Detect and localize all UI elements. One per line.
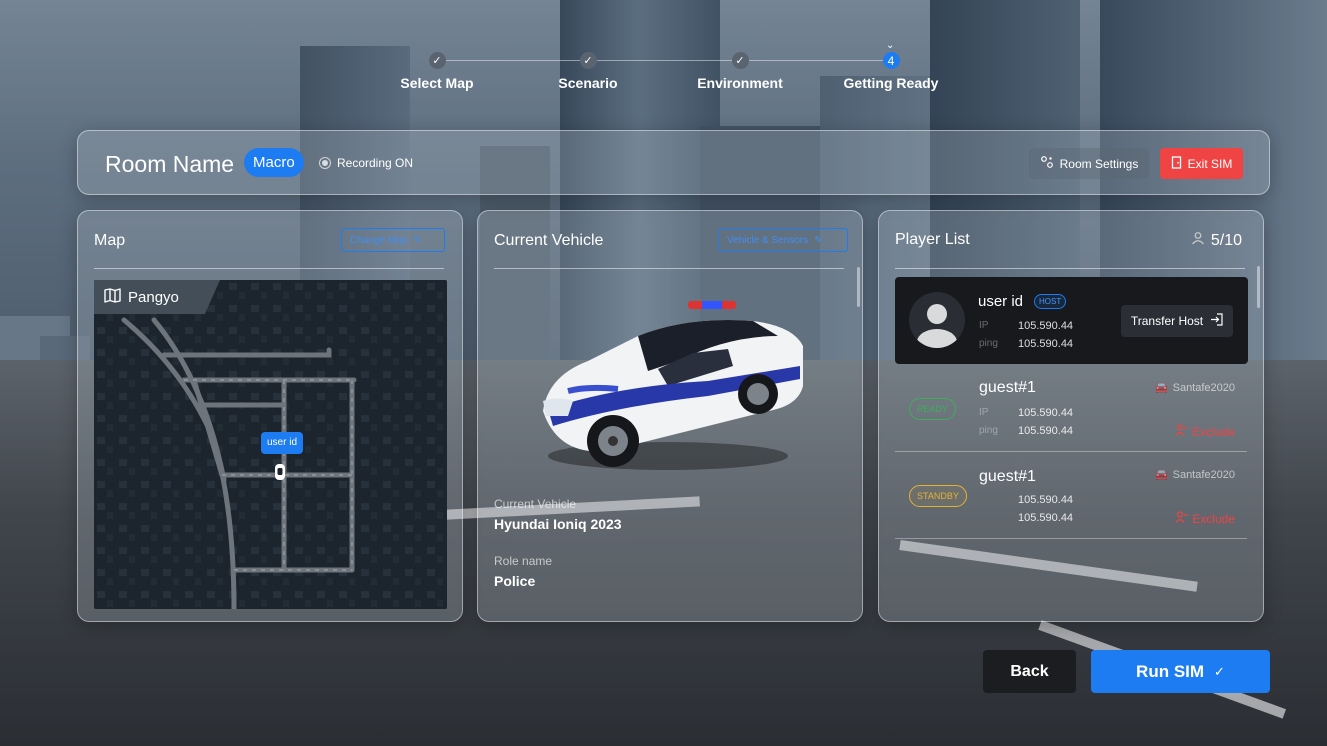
player-count: 5/10: [1191, 231, 1242, 250]
step-getting-ready[interactable]: ⌄ 4 Getting Ready: [821, 40, 961, 91]
map-name: Pangyo: [128, 288, 179, 306]
panel-title: Map: [94, 232, 126, 249]
player-panel: Player List 5/10 user id HOST IP 105.590…: [878, 210, 1264, 622]
ping-label: ping: [979, 338, 998, 349]
vehicle-image: [543, 301, 803, 470]
vehicle-panel: Current Vehicle Vehicle & Sensors ✎ Curr…: [477, 210, 863, 622]
check-icon: ✓: [428, 52, 446, 69]
car-icon: 🚘: [1154, 469, 1169, 481]
vehicle-sensors-label: Vehicle & Sensors: [727, 234, 809, 246]
room-type-badge: Macro: [244, 148, 304, 177]
panel-title: Current Vehicle: [494, 232, 604, 249]
ip-value: 105.590.44: [1018, 407, 1074, 419]
run-sim-button[interactable]: Run SIM ✓: [1091, 650, 1270, 693]
exclude-button[interactable]: Exclude: [1175, 424, 1235, 439]
exclude-label: Exclude: [1192, 511, 1235, 526]
exit-sim-button[interactable]: Exit SIM: [1160, 148, 1243, 179]
check-icon: ✓: [1214, 663, 1225, 679]
step-environment[interactable]: ✓ Environment: [670, 52, 810, 91]
panel-title: Player List: [895, 231, 970, 248]
ping-value: 105.590.44: [1018, 425, 1074, 437]
change-map-button[interactable]: Change Map ✎: [341, 228, 445, 252]
step-label: Environment: [697, 75, 783, 91]
car-icon: 🚘: [1154, 382, 1169, 394]
host-player-card: user id HOST IP 105.590.44 ping 105.590.…: [895, 277, 1248, 364]
transfer-host-label: Transfer Host: [1130, 314, 1204, 328]
ip-value: 105.590.44: [1018, 320, 1074, 332]
guest-vehicle: 🚘 Santafe2020: [1154, 381, 1235, 395]
ip-value: 105.590.44: [1018, 494, 1074, 506]
map-name-tag: Pangyo: [94, 280, 220, 314]
room-header: Room Name Macro Recording ON Room Settin…: [77, 130, 1270, 195]
status-badge: STANDBY: [909, 485, 967, 507]
ping-value: 105.590.44: [1018, 338, 1074, 350]
scrollbar[interactable]: [1257, 266, 1260, 308]
map-icon: [104, 287, 121, 307]
vehicle-label: Current Vehicle: [494, 497, 577, 511]
back-button[interactable]: Back: [983, 650, 1076, 693]
player-marker-label: user id: [261, 432, 304, 454]
map-view[interactable]: Pangyo user id: [94, 280, 447, 609]
step-scenario[interactable]: ✓ Scenario: [518, 52, 658, 91]
status-badge: READY: [909, 398, 957, 420]
settings-icon: [1040, 155, 1054, 172]
change-map-label: Change Map: [350, 234, 408, 246]
map-panel: Map Change Map ✎ Pangyo user id: [77, 210, 463, 622]
ip-label: IP: [979, 407, 989, 418]
check-icon: ✓: [731, 52, 749, 69]
guest-vehicle-name: Santafe2020: [1172, 468, 1235, 481]
room-settings-label: Room Settings: [1059, 156, 1139, 171]
guest-vehicle-name: Santafe2020: [1172, 381, 1235, 394]
ping-label: ping: [979, 425, 998, 436]
guest-username: guest#1: [979, 468, 1036, 485]
vehicle-sensors-button[interactable]: Vehicle & Sensors ✎: [718, 228, 848, 252]
host-username: user id: [978, 293, 1024, 310]
step-number: 4: [882, 52, 900, 69]
ping-value: 105.590.44: [1018, 512, 1074, 524]
exclude-button[interactable]: Exclude: [1175, 511, 1235, 526]
guest-vehicle: 🚘 Santafe2020: [1154, 468, 1235, 482]
step-label: Select Map: [400, 75, 474, 91]
remove-user-icon: [1175, 424, 1188, 439]
room-settings-button[interactable]: Room Settings: [1029, 148, 1149, 179]
edit-icon: ✎: [814, 234, 823, 246]
remove-user-icon: [1175, 511, 1188, 526]
ip-label: IP: [979, 320, 989, 331]
chevron-down-icon: ⌄: [886, 40, 895, 51]
progress-stepper: ✓ Select Map ✓ Scenario ✓ Environment ⌄ …: [0, 40, 1327, 102]
transfer-host-button[interactable]: Transfer Host: [1121, 305, 1233, 337]
avatar: [909, 292, 965, 348]
scrollbar[interactable]: [857, 267, 860, 307]
step-label: Getting Ready: [843, 75, 939, 91]
user-icon: [1191, 231, 1205, 250]
guest-username: guest#1: [979, 379, 1036, 396]
role-label: Role name: [494, 554, 553, 568]
exclude-label: Exclude: [1192, 424, 1235, 439]
run-sim-label: Run SIM: [1136, 661, 1205, 681]
step-label: Scenario: [558, 75, 618, 91]
step-select-map[interactable]: ✓ Select Map: [367, 52, 507, 91]
room-name: Room Name: [105, 151, 235, 177]
role-value: Police: [494, 573, 536, 589]
exit-sim-label: Exit SIM: [1187, 156, 1233, 171]
login-icon: [1210, 313, 1223, 329]
recording-status-text: Recording ON: [337, 156, 414, 170]
recording-status: Recording ON: [319, 156, 413, 170]
vehicle-value: Hyundai Ioniq 2023: [494, 516, 622, 532]
record-icon: [319, 157, 331, 169]
door-icon: [1171, 155, 1182, 172]
edit-icon: ✎: [413, 234, 422, 246]
player-count-value: 5/10: [1210, 231, 1242, 249]
check-icon: ✓: [579, 52, 597, 69]
host-badge: HOST: [1034, 294, 1067, 309]
